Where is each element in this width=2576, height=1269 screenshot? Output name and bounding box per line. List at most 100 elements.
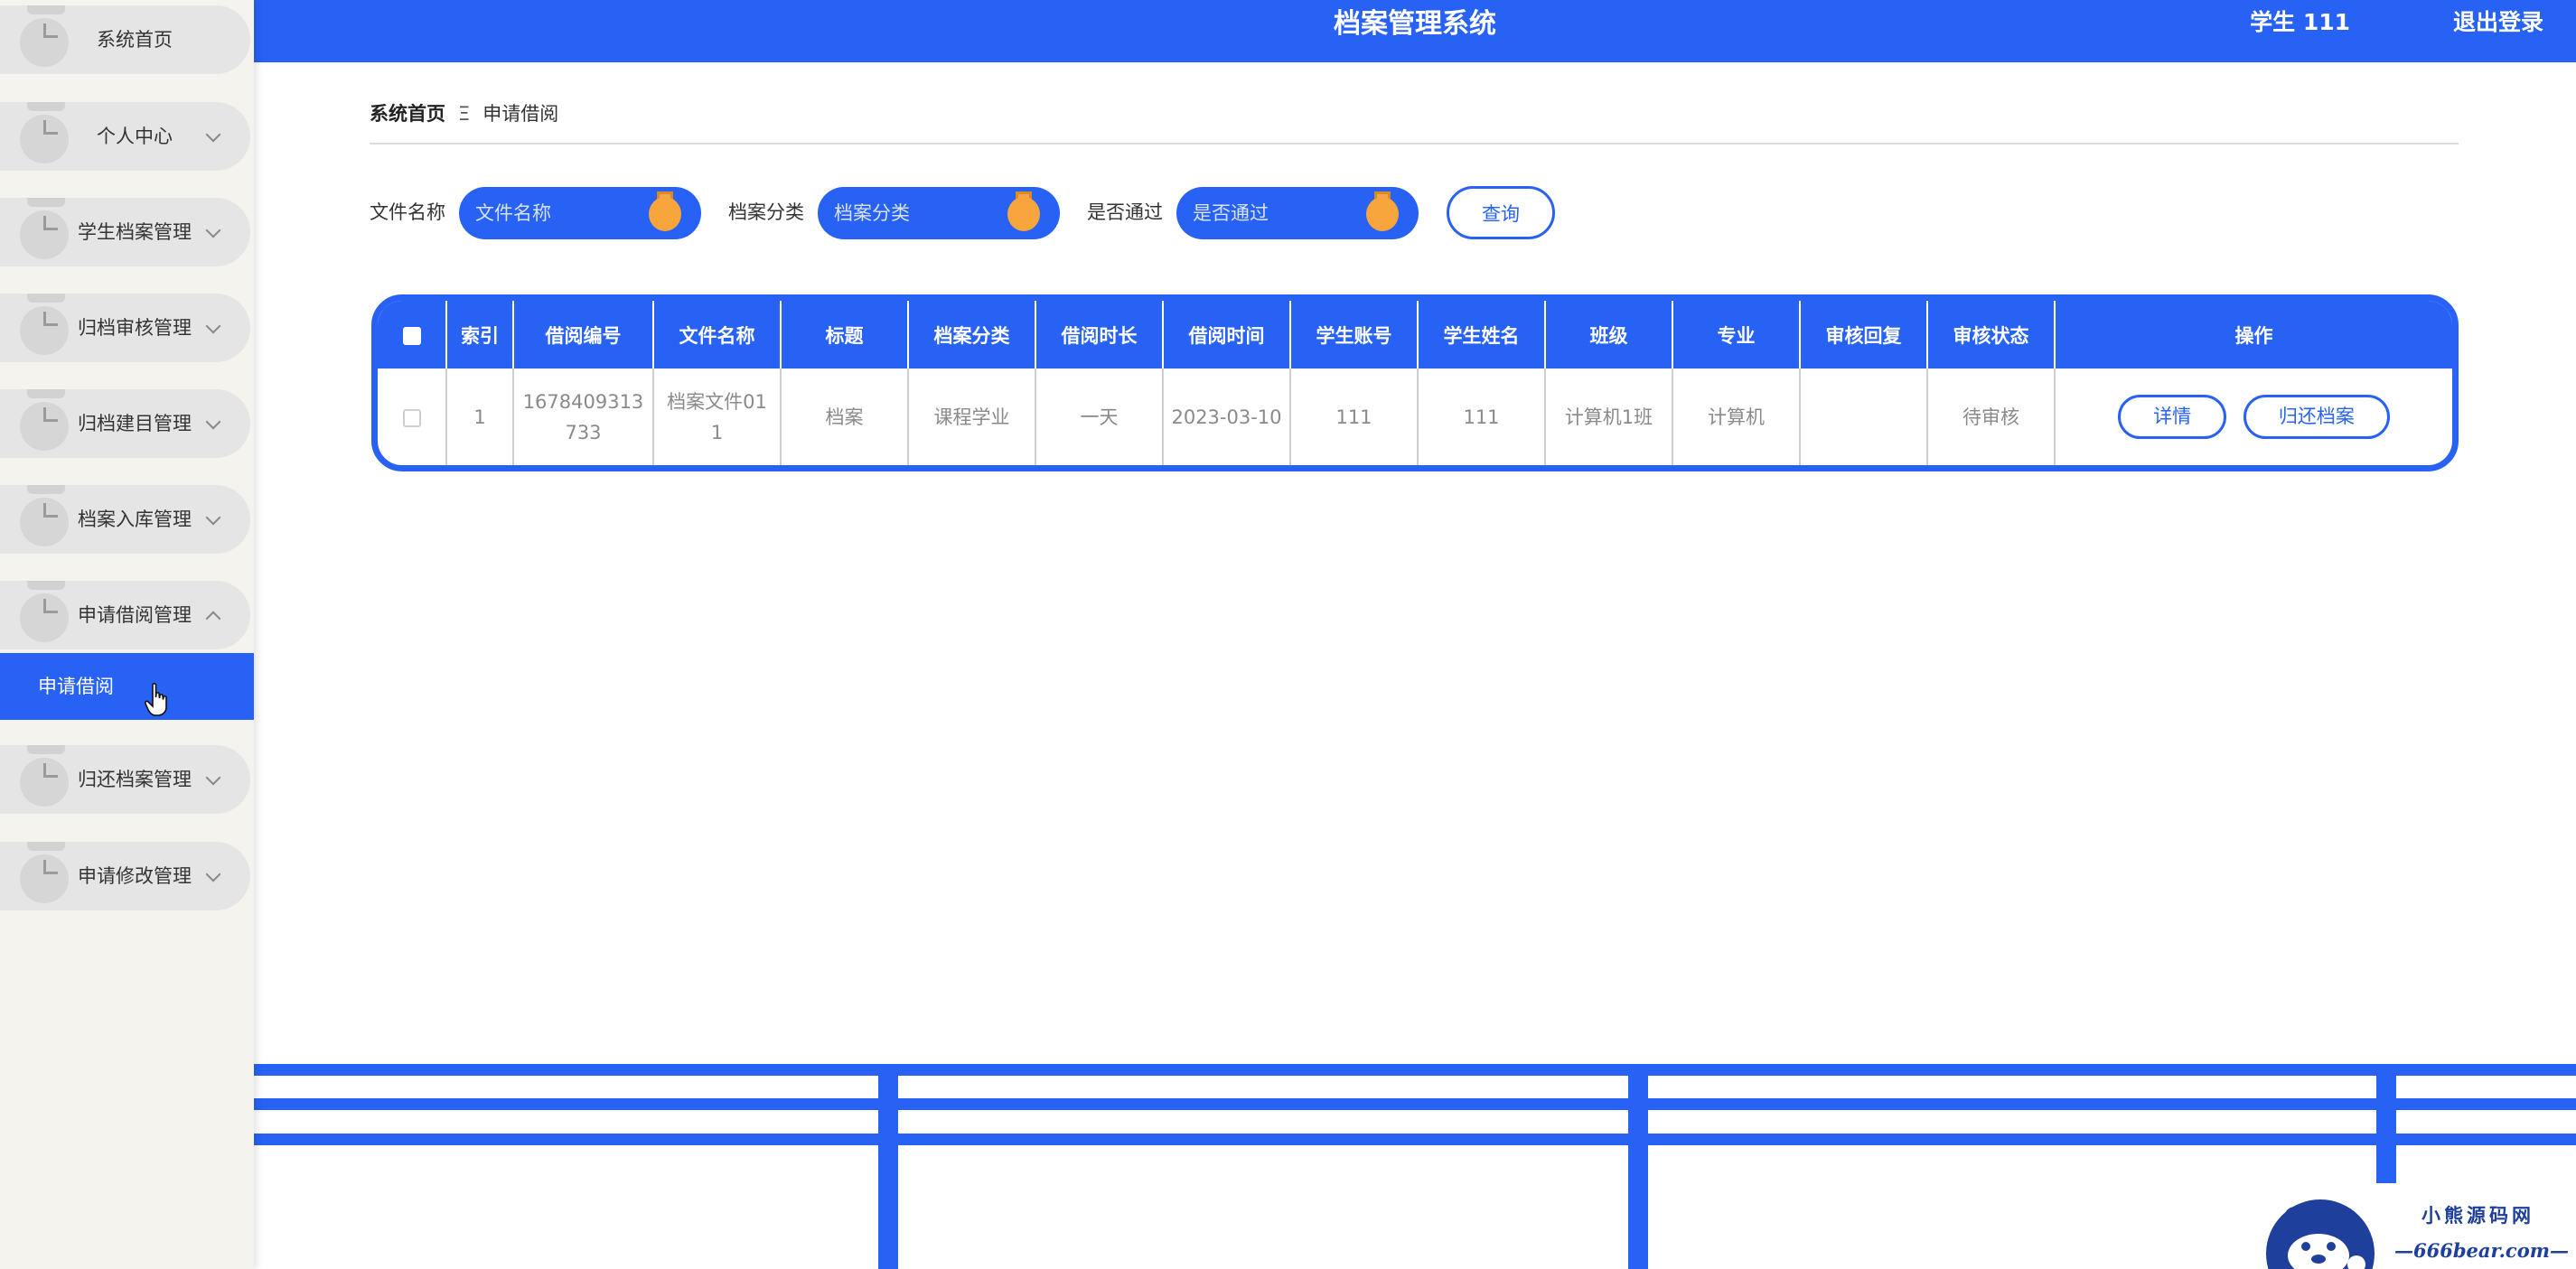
column-header: 索引 (446, 301, 514, 369)
category-label: 档案分类 (728, 201, 804, 223)
menu-icon-tab (27, 842, 65, 851)
watermark-title: 小熊源码网 (2421, 1204, 2534, 1227)
detail-button[interactable]: 详情 (2118, 395, 2227, 439)
approved-label: 是否通过 (1087, 201, 1163, 223)
sidebar-item-borrow-management[interactable]: 申请借阅管理 (0, 581, 250, 649)
column-header: 审核回复 (1800, 301, 1928, 369)
column-header: 档案分类 (908, 301, 1036, 369)
chevron-down-icon (205, 770, 221, 786)
menu-icon-tab (27, 745, 65, 754)
cell-title: 档案 (781, 369, 909, 465)
cell-status: 待审核 (1927, 369, 2056, 465)
cell-duration: 一天 (1035, 369, 1164, 465)
menu-icon-tab (27, 581, 65, 590)
column-header: 学生账号 (1290, 301, 1419, 369)
sidebar-item-student-archives[interactable]: 学生档案管理 (0, 198, 250, 266)
cell-reply (1800, 369, 1928, 465)
knob-icon (1007, 191, 1040, 231)
cell-major: 计算机 (1672, 369, 1801, 465)
chevron-down-icon (205, 414, 221, 430)
breadcrumb: 系统首页 Ξ 申请借阅 (370, 98, 558, 130)
cell-class: 计算机1班 (1545, 369, 1673, 465)
sidebar-item-personal-center[interactable]: 个人中心 (0, 102, 250, 171)
corner-icon (43, 763, 58, 778)
query-button[interactable]: 查询 (1447, 186, 1555, 239)
corner-icon (43, 860, 58, 874)
column-header: 学生姓名 (1418, 301, 1546, 369)
sidebar-item-return-archives[interactable]: 归还档案管理 (0, 745, 250, 814)
chevron-down-icon (205, 866, 221, 882)
corner-icon (43, 23, 58, 38)
borrow-table: 索引 借阅编号 文件名称 标题 档案分类 借阅时长 借阅时间 学生账号 学生姓名… (371, 294, 2459, 471)
sidebar-subitem-borrow-apply[interactable]: 申请借阅 (0, 653, 254, 720)
table-row: 1 1678409313733 档案文件011 档案 课程学业 一天 2023-… (378, 369, 2452, 465)
column-header: 专业 (1672, 301, 1801, 369)
sidebar-item-label: 系统首页 (97, 29, 173, 51)
cell-borrow-time: 2023-03-10 (1163, 369, 1291, 465)
sidebar-item-label: 学生档案管理 (78, 221, 192, 243)
menu-icon-tab (27, 5, 65, 14)
chevron-down-icon (205, 318, 221, 334)
cell-student-account: 111 (1290, 369, 1419, 465)
breadcrumb-separator-icon: Ξ (458, 103, 471, 125)
corner-icon (43, 599, 58, 613)
app-title: 档案管理系统 (1334, 8, 1496, 40)
sidebar-subitem-label: 申请借阅 (38, 676, 114, 697)
file-name-label: 文件名称 (370, 201, 445, 223)
chevron-down-icon (205, 126, 221, 143)
sidebar-item-label: 归档建目管理 (78, 413, 192, 434)
sidebar-item-label: 档案入库管理 (78, 509, 192, 530)
select-all-header[interactable] (378, 301, 447, 369)
column-header: 班级 (1545, 301, 1673, 369)
cell-student-name: 111 (1418, 369, 1546, 465)
bear-logo-icon (2266, 1199, 2375, 1269)
top-header: 档案管理系统 学生 111 退出登录 (254, 0, 2576, 62)
knob-icon (649, 191, 681, 231)
menu-icon-tab (27, 294, 65, 303)
chevron-down-icon (205, 509, 221, 526)
column-header: 借阅时间 (1163, 301, 1291, 369)
menu-icon-tab (27, 485, 65, 494)
cell-actions: 详情 归还档案 (2055, 369, 2452, 465)
decor-rail (254, 1064, 2576, 1076)
corner-icon (43, 503, 58, 518)
column-header: 审核状态 (1927, 301, 2056, 369)
column-header: 借阅时长 (1035, 301, 1164, 369)
sidebar-item-modify-request[interactable]: 申请修改管理 (0, 842, 250, 910)
cell-category: 课程学业 (908, 369, 1036, 465)
sidebar-item-archive-catalog[interactable]: 归档建目管理 (0, 389, 250, 458)
decor-post (878, 1070, 898, 1269)
column-header: 借阅编号 (513, 301, 654, 369)
menu-icon-tab (27, 198, 65, 207)
sidebar-item-label: 个人中心 (97, 126, 173, 147)
watermark-subtitle: —666bear.com— (2394, 1239, 2569, 1262)
column-header: 文件名称 (653, 301, 782, 369)
hand-cursor-icon (145, 683, 167, 716)
decor-post (1628, 1070, 1648, 1269)
menu-icon-tab (27, 102, 65, 111)
row-checkbox[interactable] (402, 408, 421, 427)
sidebar-item-archive-storage[interactable]: 档案入库管理 (0, 485, 250, 554)
corner-icon (43, 407, 58, 422)
return-archive-button[interactable]: 归还档案 (2243, 395, 2390, 439)
breadcrumb-home[interactable]: 系统首页 (370, 103, 445, 125)
corner-icon (43, 120, 58, 135)
decor-rail (254, 1134, 2576, 1145)
corner-icon (43, 216, 58, 230)
column-header: 标题 (781, 301, 909, 369)
decor-rail (254, 1098, 2576, 1110)
breadcrumb-current: 申请借阅 (482, 103, 559, 125)
logout-link[interactable]: 退出登录 (2453, 0, 2543, 45)
current-user: 学生 111 (2250, 9, 2350, 35)
sidebar-item-archive-review[interactable]: 归档审核管理 (0, 294, 250, 362)
row-select-cell[interactable] (378, 369, 447, 465)
sidebar-item-home[interactable]: 系统首页 (0, 5, 250, 74)
corner-icon (43, 312, 58, 326)
sidebar-item-label: 申请修改管理 (78, 865, 192, 887)
sidebar-item-label: 归还档案管理 (78, 769, 192, 790)
chevron-down-icon (205, 222, 221, 238)
menu-icon-tab (27, 389, 65, 398)
sidebar-item-label: 归档审核管理 (78, 317, 192, 339)
select-all-checkbox[interactable] (402, 326, 421, 345)
table-header-row: 索引 借阅编号 文件名称 标题 档案分类 借阅时长 借阅时间 学生账号 学生姓名… (378, 301, 2452, 369)
